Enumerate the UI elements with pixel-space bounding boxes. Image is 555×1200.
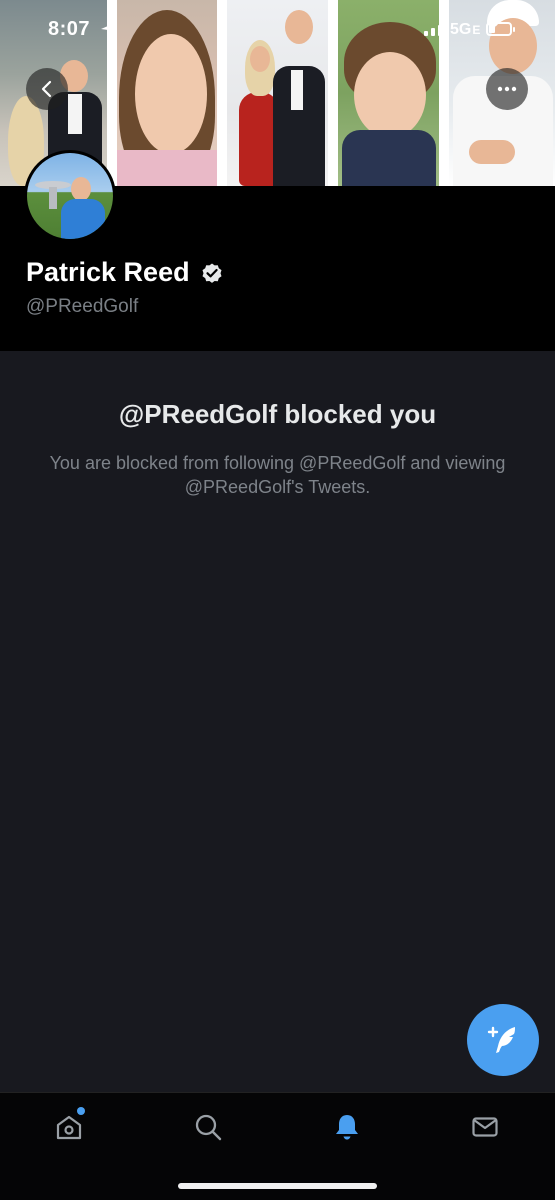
home-icon (56, 1115, 82, 1140)
notification-dot (77, 1107, 85, 1115)
mail-icon (472, 1117, 498, 1137)
profile-name: Patrick Reed (26, 257, 190, 287)
tab-search[interactable] (190, 1109, 226, 1145)
search-icon (195, 1114, 222, 1141)
blocked-message: You are blocked from following @PReedGol… (49, 453, 506, 497)
profile-name-row: Patrick Reed (26, 257, 224, 288)
more-options-button[interactable] (486, 68, 528, 110)
bell-icon (336, 1115, 358, 1140)
app-screen: 8:07 5GE Patrick Reed @PReedGolf @PReedG… (0, 0, 555, 1200)
battery-icon (486, 22, 515, 36)
home-indicator[interactable] (178, 1183, 377, 1189)
status-time: 8:07 (48, 18, 91, 40)
tab-messages[interactable] (467, 1109, 503, 1145)
status-bar: 8:07 5GE (0, 0, 555, 60)
chevron-left-icon (41, 80, 52, 98)
back-button[interactable] (26, 68, 68, 110)
compose-tweet-button[interactable] (467, 1004, 539, 1076)
tab-notifications[interactable] (329, 1109, 365, 1145)
verified-badge-icon (202, 263, 222, 283)
signal-icon (424, 22, 449, 36)
avatar[interactable] (24, 150, 116, 242)
ellipsis-icon (497, 86, 517, 92)
tab-home[interactable] (51, 1107, 87, 1145)
location-arrow-icon (100, 22, 116, 43)
compose-tweet-icon (487, 1026, 515, 1053)
network-type: 5GE (450, 21, 481, 38)
profile-handle: @PReedGolf (26, 296, 139, 317)
blocked-title: @PReedGolf blocked you (118, 399, 437, 429)
